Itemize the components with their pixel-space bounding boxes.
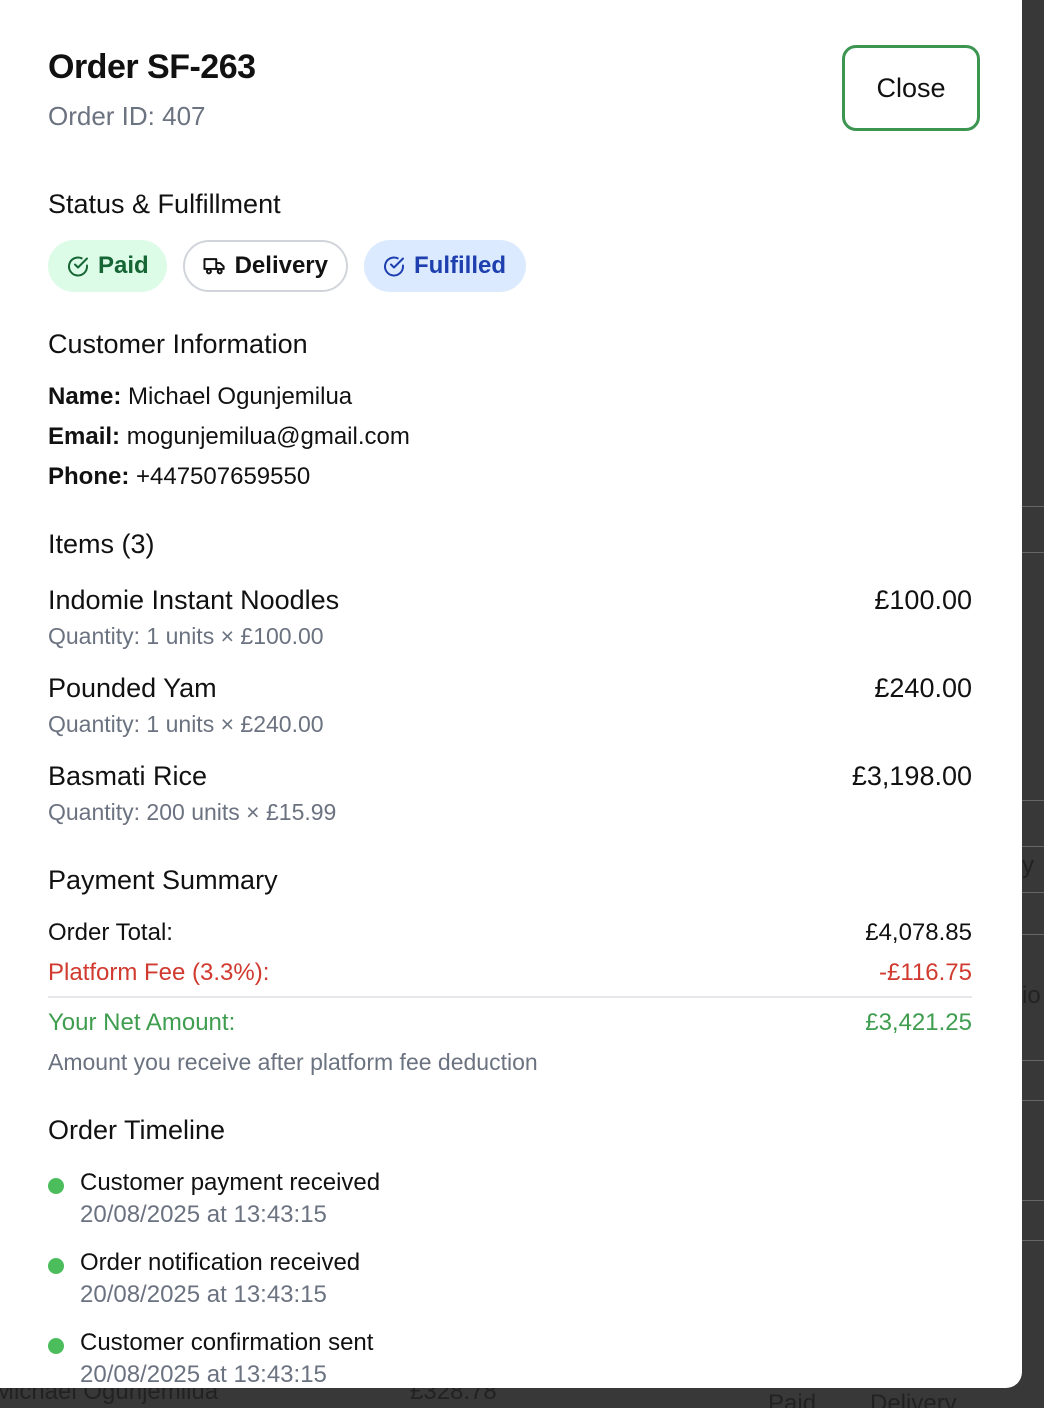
background-divider bbox=[1022, 846, 1044, 847]
fulfilled-badge: Fulfilled bbox=[364, 240, 526, 292]
platform-fee-label: Platform Fee (3.3%): bbox=[48, 959, 270, 986]
background-text-fragment: y bbox=[1022, 852, 1034, 879]
net-amount-label: Your Net Amount: bbox=[48, 1009, 236, 1036]
customer-email-line: Email: mogunjemilua@gmail.com bbox=[48, 423, 410, 451]
net-amount-note: Amount you receive after platform fee de… bbox=[48, 1049, 538, 1075]
background-divider bbox=[1022, 892, 1044, 893]
background-divider bbox=[1022, 1060, 1044, 1061]
customer-email: mogunjemilua@gmail.com bbox=[126, 423, 410, 450]
background-divider bbox=[1022, 934, 1044, 935]
timeline-event-time: 20/08/2025 at 13:43:15 bbox=[80, 1361, 327, 1388]
item-name: Indomie Instant Noodles bbox=[48, 585, 340, 615]
email-label: Email: bbox=[48, 423, 121, 450]
item-quantity: Quantity: 1 units × £100.00 bbox=[48, 623, 324, 649]
background-paid-badge: Paid bbox=[768, 1390, 817, 1408]
item-total: £3,198.00 bbox=[851, 761, 972, 791]
timeline-dot bbox=[48, 1258, 64, 1274]
item-name: Basmati Rice bbox=[48, 761, 208, 791]
paid-badge: Paid bbox=[48, 240, 167, 292]
payment-divider bbox=[48, 996, 972, 998]
background-divider bbox=[1022, 506, 1044, 507]
fulfilled-badge-label: Fulfilled bbox=[414, 252, 506, 279]
delivery-badge: Delivery bbox=[183, 240, 348, 292]
phone-label: Phone: bbox=[48, 463, 130, 490]
timeline-event-time: 20/08/2025 at 13:43:15 bbox=[80, 1201, 327, 1228]
order-title: Order SF-263 bbox=[48, 48, 256, 86]
customer-name: Michael Ogunjemilua bbox=[128, 383, 353, 410]
customer-phone: +447507659550 bbox=[136, 463, 311, 490]
background-text-fragment: io bbox=[1022, 982, 1041, 1009]
item-quantity: Quantity: 1 units × £240.00 bbox=[48, 711, 324, 737]
customer-phone-line: Phone: +447507659550 bbox=[48, 463, 310, 491]
item-name: Pounded Yam bbox=[48, 673, 217, 703]
payment-heading: Payment Summary bbox=[48, 865, 278, 895]
name-label: Name: bbox=[48, 383, 122, 410]
order-total-value: £4,078.85 bbox=[865, 919, 972, 946]
net-amount-value: £3,421.25 bbox=[865, 1009, 972, 1036]
item-total: £100.00 bbox=[874, 585, 972, 615]
delivery-badge-label: Delivery bbox=[234, 252, 328, 279]
order-details-modal: Order SF-263 Order ID: 407 Close Status … bbox=[0, 0, 1022, 1388]
timeline-event-title: Customer confirmation sent bbox=[80, 1329, 374, 1356]
close-button[interactable]: Close bbox=[842, 45, 980, 131]
background-divider bbox=[1022, 1100, 1044, 1101]
check-circle-icon bbox=[68, 256, 88, 277]
order-total-label: Order Total: bbox=[48, 919, 173, 946]
customer-heading: Customer Information bbox=[48, 329, 308, 359]
status-heading: Status & Fulfillment bbox=[48, 189, 281, 219]
background-divider bbox=[1022, 1200, 1044, 1201]
timeline-heading: Order Timeline bbox=[48, 1115, 226, 1145]
background-divider bbox=[1022, 552, 1044, 553]
paid-badge-label: Paid bbox=[98, 252, 149, 279]
background-delivery-badge: Delivery bbox=[870, 1390, 957, 1408]
timeline-dot bbox=[48, 1178, 64, 1194]
customer-name-line: Name: Michael Ogunjemilua bbox=[48, 383, 352, 411]
check-circle-icon bbox=[384, 256, 404, 277]
timeline-dot bbox=[48, 1338, 64, 1354]
timeline-event-title: Customer payment received bbox=[80, 1169, 381, 1196]
timeline-event-time: 20/08/2025 at 13:43:15 bbox=[80, 1281, 327, 1308]
timeline-event-title: Order notification received bbox=[80, 1249, 361, 1276]
truck-icon bbox=[203, 258, 225, 275]
items-heading: Items (3) bbox=[48, 529, 155, 559]
background-divider bbox=[1022, 800, 1044, 801]
background-divider bbox=[1022, 1240, 1044, 1241]
platform-fee-value: -£116.75 bbox=[879, 959, 972, 986]
order-id: Order ID: 407 bbox=[48, 101, 206, 131]
item-quantity: Quantity: 200 units × £15.99 bbox=[48, 799, 337, 825]
item-total: £240.00 bbox=[874, 673, 972, 703]
